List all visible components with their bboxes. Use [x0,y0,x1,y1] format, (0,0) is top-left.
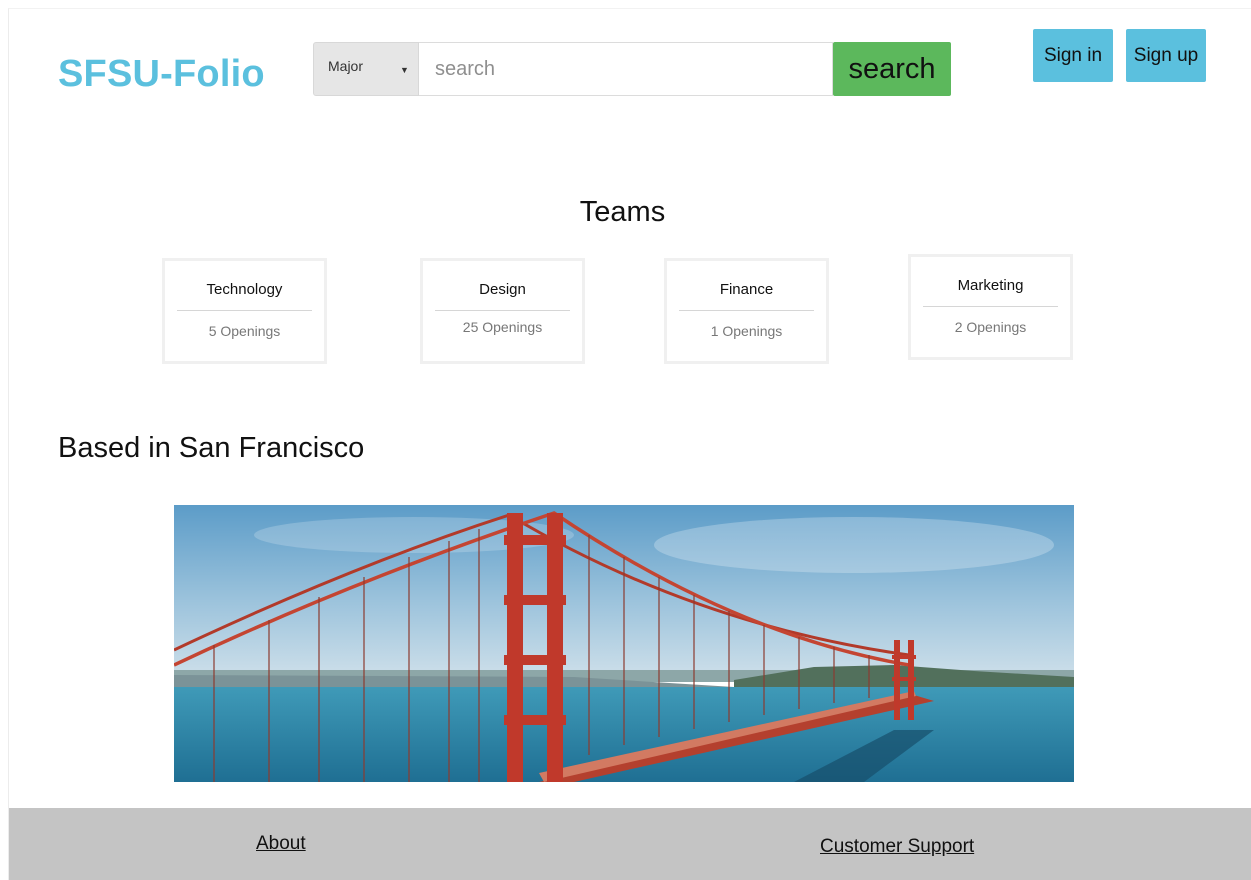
customer-support-link[interactable]: Customer Support [820,836,974,858]
about-link[interactable]: About [256,833,306,855]
page: SFSU-Folio Major ▼ search Sign in Sign u… [8,8,1251,880]
search-bar: Major ▼ search [313,42,951,96]
sign-up-button[interactable]: Sign up [1126,29,1206,82]
major-dropdown[interactable]: Major ▼ [313,42,419,96]
teams-heading: Teams [579,196,666,228]
team-openings: 5 Openings [208,323,281,339]
site-logo[interactable]: SFSU-Folio [58,53,265,96]
search-button[interactable]: search [833,42,951,96]
major-dropdown-value: Major [328,58,364,74]
team-name: Technology [177,281,312,311]
golden-gate-bridge-image [174,505,1074,782]
team-name: Design [435,281,570,311]
team-card-marketing[interactable]: Marketing 2 Openings [908,254,1073,360]
sign-in-button[interactable]: Sign in [1033,29,1113,82]
chevron-down-icon: ▼ [400,65,409,75]
team-name: Finance [679,281,814,311]
team-card-finance[interactable]: Finance 1 Openings [664,258,829,364]
location-heading: Based in San Francisco [58,432,365,464]
team-card-technology[interactable]: Technology 5 Openings [162,258,327,364]
team-name: Marketing [923,277,1058,307]
search-input[interactable] [419,42,833,96]
team-openings: 25 Openings [462,319,543,335]
footer: About Customer Support [9,808,1251,880]
team-card-design[interactable]: Design 25 Openings [420,258,585,364]
team-openings: 1 Openings [710,323,783,339]
team-openings: 2 Openings [954,319,1027,335]
